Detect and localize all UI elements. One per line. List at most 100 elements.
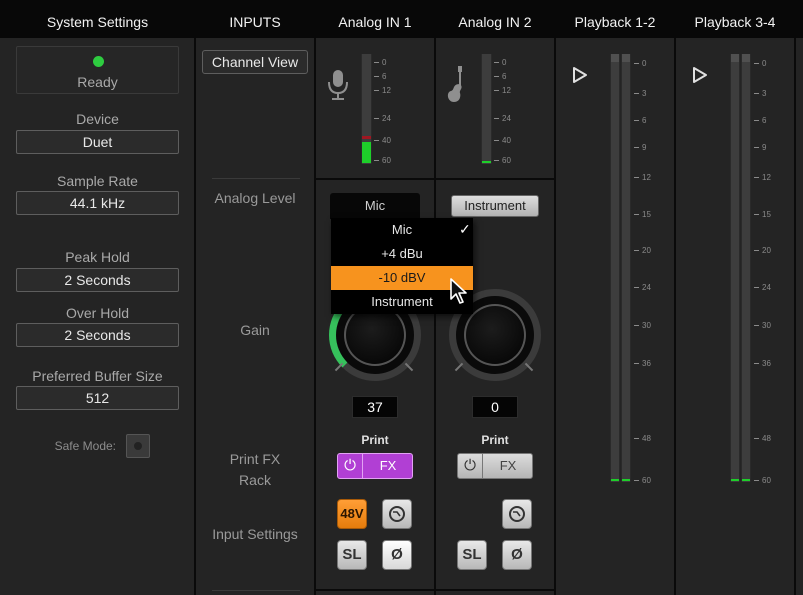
playback-3-meter-left bbox=[730, 54, 740, 482]
meter-tick-label: 20 bbox=[634, 246, 651, 255]
row-divider bbox=[212, 178, 300, 179]
meter-tick-label: 60 bbox=[374, 156, 391, 165]
divider bbox=[314, 38, 316, 595]
menu-item-mic[interactable]: Mic bbox=[331, 218, 473, 242]
row-divider bbox=[212, 590, 300, 591]
ch2-analog-level-select[interactable]: Instrument bbox=[451, 195, 539, 217]
status-text: Ready bbox=[77, 74, 118, 90]
ch1-gain-value[interactable]: 37 bbox=[352, 396, 398, 418]
guitar-icon bbox=[446, 66, 466, 104]
clip-indicator bbox=[742, 54, 750, 62]
meter-tick-label: 3 bbox=[634, 89, 646, 98]
meter-tick-label: 12 bbox=[374, 86, 391, 95]
status-box: Ready bbox=[16, 46, 179, 94]
ch2-fx-label: FX bbox=[499, 458, 517, 473]
safe-mode-label: Safe Mode: bbox=[54, 439, 116, 453]
playback-1-2-scale: 0 3 6 9 12 15 20 24 30 36 48 60 bbox=[634, 54, 674, 485]
meter-tick-label: 24 bbox=[634, 283, 651, 292]
meter-tick-label: 3 bbox=[754, 89, 766, 98]
playback-1-meter-left bbox=[610, 54, 620, 482]
analog-in-1-title: Analog IN 1 bbox=[338, 14, 412, 30]
meter-tick-label: 6 bbox=[374, 72, 386, 81]
ch1-analog-level-select[interactable]: Mic bbox=[330, 193, 420, 219]
meter-tick-label: 36 bbox=[634, 359, 651, 368]
microphone-icon bbox=[327, 70, 349, 102]
over-hold-select[interactable]: 2 Seconds bbox=[16, 323, 179, 347]
meter-tick-label: 40 bbox=[374, 136, 391, 145]
ch1-meter-fill bbox=[362, 142, 371, 163]
meter-fill bbox=[731, 479, 739, 481]
ch2-soft-limit-button[interactable]: SL bbox=[457, 540, 487, 570]
menu-item-plus4-dbu[interactable]: +4 dBu bbox=[331, 242, 473, 266]
ch1-phase-invert-button[interactable]: Ø bbox=[382, 540, 412, 570]
meter-tick-label: 24 bbox=[374, 114, 391, 123]
ch1-print-fx-toggle[interactable]: ⏻ FX bbox=[337, 453, 413, 479]
playback-3-4-title: Playback 3-4 bbox=[694, 14, 776, 30]
meter-tick-label: 15 bbox=[634, 210, 651, 219]
power-icon: ⏻ bbox=[338, 454, 363, 478]
meter-tick-label: 12 bbox=[634, 173, 651, 182]
mouse-cursor-icon bbox=[450, 278, 470, 306]
print-fx-rack-label-line2: Rack bbox=[239, 472, 271, 488]
header-bar: System Settings INPUTS Analog IN 1 Analo… bbox=[0, 0, 803, 38]
meter-tick-label: 15 bbox=[754, 210, 771, 219]
inputs-panel bbox=[196, 38, 314, 595]
meter-tick-label: 6 bbox=[754, 116, 766, 125]
meter-tick-label: 9 bbox=[634, 143, 646, 152]
playback-3-4-scale: 0 3 6 9 12 15 20 24 30 36 48 60 bbox=[754, 54, 794, 485]
ch2-phase-invert-button[interactable]: Ø bbox=[502, 540, 532, 570]
ch2-lowcut-button[interactable] bbox=[502, 499, 532, 529]
safe-mode-checkbox[interactable] bbox=[126, 434, 150, 458]
meter-section-divider bbox=[316, 178, 554, 180]
ch2-input-meter bbox=[481, 54, 492, 164]
ch1-lowcut-button[interactable] bbox=[382, 499, 412, 529]
ch1-print-label: Print bbox=[361, 433, 389, 447]
meter-fill bbox=[742, 479, 750, 481]
clip-indicator bbox=[611, 54, 619, 62]
ch1-phantom-power-button[interactable]: 48V bbox=[337, 499, 367, 529]
ch1-meter-scale: 0 6 12 24 40 60 bbox=[374, 54, 414, 165]
playback-1-meter-right bbox=[621, 54, 631, 482]
sample-rate-select[interactable]: 44.1 kHz bbox=[16, 191, 179, 215]
play-icon[interactable] bbox=[572, 66, 588, 84]
meter-tick-label: 0 bbox=[374, 58, 386, 67]
ch1-soft-limit-button[interactable]: SL bbox=[337, 540, 367, 570]
divider bbox=[554, 38, 556, 595]
device-select[interactable]: Duet bbox=[16, 130, 179, 154]
playback-3-meter-right bbox=[741, 54, 751, 482]
input-settings-label: Input Settings bbox=[212, 526, 298, 542]
meter-tick-label: 40 bbox=[494, 136, 511, 145]
meter-tick-label: 0 bbox=[494, 58, 506, 67]
ch2-meter-fill bbox=[482, 161, 491, 163]
peak-hold-label: Peak Hold bbox=[65, 249, 130, 265]
checkbox-dot-icon bbox=[134, 442, 142, 450]
analog-level-label: Analog Level bbox=[214, 190, 296, 206]
buffer-size-select[interactable]: 512 bbox=[16, 386, 179, 410]
checkmark-icon: ✓ bbox=[459, 221, 471, 237]
clip-indicator bbox=[731, 54, 739, 62]
play-icon[interactable] bbox=[692, 66, 708, 84]
meter-tick-label: 0 bbox=[754, 59, 766, 68]
meter-tick-label: 24 bbox=[754, 283, 771, 292]
meter-tick-label: 12 bbox=[494, 86, 511, 95]
ch2-print-fx-toggle[interactable]: ⏻ FX bbox=[457, 453, 533, 479]
meter-tick-label: 12 bbox=[754, 173, 771, 182]
divider bbox=[434, 38, 436, 595]
channel-view-button[interactable]: Channel View bbox=[202, 50, 308, 74]
system-settings-title: System Settings bbox=[46, 14, 149, 30]
status-indicator-icon bbox=[93, 56, 104, 67]
clip-indicator bbox=[622, 54, 630, 62]
meter-tick-label: 24 bbox=[494, 114, 511, 123]
ch1-input-meter bbox=[361, 54, 372, 164]
ch1-peak-marker bbox=[362, 136, 371, 139]
device-label: Device bbox=[76, 111, 119, 127]
ch2-gain-value[interactable]: 0 bbox=[472, 396, 518, 418]
meter-tick-label: 30 bbox=[634, 321, 651, 330]
meter-fill bbox=[611, 479, 619, 481]
divider bbox=[794, 38, 796, 595]
meter-tick-label: 48 bbox=[634, 434, 651, 443]
meter-tick-label: 60 bbox=[634, 476, 651, 485]
meter-tick-label: 36 bbox=[754, 359, 771, 368]
peak-hold-select[interactable]: 2 Seconds bbox=[16, 268, 179, 292]
divider bbox=[674, 38, 676, 595]
